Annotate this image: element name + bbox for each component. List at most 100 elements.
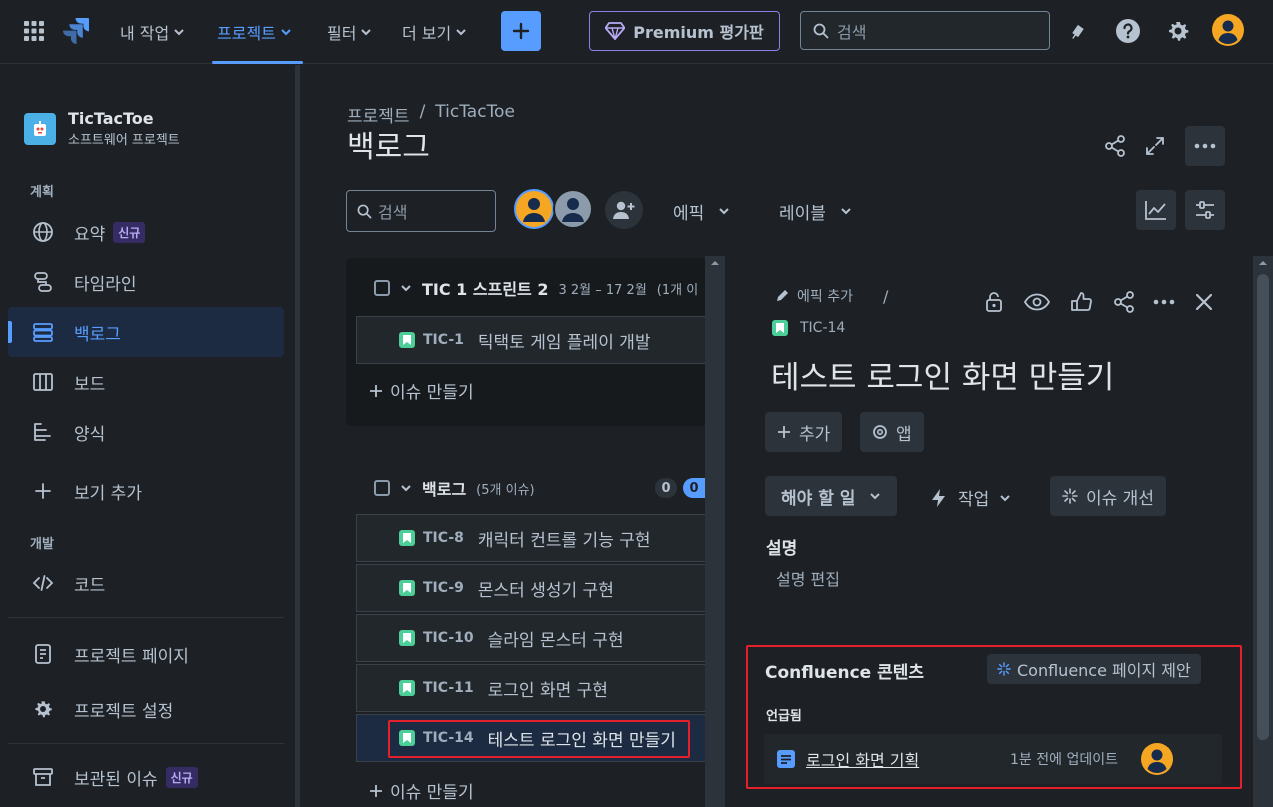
thumbs-up-icon[interactable]	[1065, 286, 1097, 318]
sidebar-item-archived-issues[interactable]: 보관된 이슈 신규	[8, 752, 284, 802]
backlog-create-issue-button[interactable]: 이슈 만들기	[368, 778, 474, 803]
issue-summary: 틱택토 게임 플레이 개발	[477, 332, 651, 353]
story-icon	[399, 530, 415, 546]
nav-my-work[interactable]: 내 작업	[120, 18, 185, 46]
confluence-suggest-button[interactable]: Confluence 페이지 제안	[987, 654, 1201, 684]
status-dropdown[interactable]: 해야 할 일	[765, 476, 898, 516]
issue-title[interactable]: 테스트 로그인 화면 만들기	[771, 352, 1114, 397]
backlog-scrollbar[interactable]	[705, 256, 725, 807]
selected-issue-highlight	[388, 720, 690, 758]
share-icon[interactable]	[1099, 130, 1131, 162]
project-name: TicTacToe	[68, 109, 154, 128]
project-robot-icon	[34, 120, 46, 136]
apps-button[interactable]: 앱	[860, 412, 924, 452]
sidebar-item-forms[interactable]: 양식	[8, 407, 284, 457]
sidebar-item-add-view[interactable]: 보기 추가	[8, 466, 284, 516]
global-search-placeholder: 검색	[837, 22, 867, 42]
code-icon	[32, 575, 54, 591]
epic-filter-label: 에픽	[673, 203, 705, 224]
improve-issue-label: 이슈 개선	[1086, 488, 1154, 509]
plus-icon	[778, 426, 790, 438]
chevron-down-icon[interactable]	[400, 282, 412, 294]
sidebar-item-label: 보기 추가	[74, 483, 142, 504]
close-icon[interactable]	[1188, 286, 1220, 318]
issue-key: TIC-10	[423, 630, 474, 646]
project-sidebar: TicTacToe 소프트웨어 프로젝트 계획 요약 신규 타임라인 백로그 보…	[0, 65, 296, 807]
chevron-down-icon[interactable]	[400, 482, 412, 494]
story-icon	[399, 580, 415, 596]
label-filter[interactable]: 레이블	[779, 192, 852, 230]
avatar-filter-user-1[interactable]	[514, 189, 554, 229]
chevron-down-icon	[870, 493, 881, 500]
create-button[interactable]	[501, 11, 541, 51]
detail-issue-key[interactable]: TIC-14	[800, 320, 845, 336]
detail-scrollbar[interactable]	[1253, 256, 1273, 807]
premium-trial-label: Premium 평가판	[633, 23, 764, 42]
insights-button[interactable]	[1136, 190, 1176, 230]
jira-logo-icon[interactable]	[60, 14, 92, 46]
story-icon	[399, 332, 415, 348]
project-header[interactable]: TicTacToe 소프트웨어 프로젝트	[24, 109, 180, 148]
sprint-header[interactable]: TIC 1 스프린트 2 3 2월 – 17 2월 (1개 이	[374, 276, 706, 300]
sprint-checkbox[interactable]	[374, 280, 390, 296]
add-epic-link[interactable]: 에픽 추가	[797, 286, 853, 306]
nav-filters[interactable]: 필터	[327, 18, 372, 46]
epic-filter[interactable]: 에픽	[673, 192, 730, 230]
lock-icon[interactable]	[978, 286, 1010, 318]
watch-icon[interactable]	[1021, 286, 1053, 318]
add-button[interactable]: 추가	[765, 412, 843, 452]
settings-icon[interactable]	[1162, 15, 1194, 47]
table-row[interactable]: TIC-9 몬스터 생성기 구현	[356, 564, 706, 612]
more-actions-button[interactable]	[1185, 126, 1225, 166]
help-icon[interactable]	[1112, 15, 1144, 47]
sidebar-item-code[interactable]: 코드	[8, 558, 284, 608]
sidebar-item-backlog[interactable]: 백로그	[8, 307, 284, 357]
sprint-dates: 3 2월 – 17 2월	[558, 282, 647, 298]
nav-more[interactable]: 더 보기	[402, 18, 467, 46]
detail-breadcrumb: 에픽 추가 /	[775, 286, 888, 306]
sidebar-item-project-settings[interactable]: 프로젝트 설정	[8, 684, 284, 734]
sidebar-item-timeline[interactable]: 타임라인	[8, 257, 284, 307]
issue-summary: 캐릭터 컨트롤 기능 구현	[477, 530, 651, 551]
nav-projects[interactable]: 프로젝트	[217, 18, 292, 46]
user-avatar-icon[interactable]	[1212, 14, 1244, 46]
premium-trial-button[interactable]: Premium 평가판	[589, 11, 780, 51]
backlog-icon	[33, 323, 53, 342]
breadcrumb-project[interactable]: TicTacToe	[435, 102, 515, 127]
sidebar-item-summary[interactable]: 요약 신규	[8, 207, 284, 257]
notification-icon[interactable]	[1062, 15, 1094, 47]
improve-issue-button[interactable]: 이슈 개선	[1050, 476, 1166, 516]
confluence-page-link[interactable]: 로그인 화면 기획	[806, 747, 919, 771]
sidebar-resize-handle[interactable]	[296, 65, 300, 807]
view-settings-button[interactable]	[1185, 190, 1225, 230]
more-icon[interactable]	[1148, 286, 1180, 318]
confluence-page-row[interactable]: 로그인 화면 기획 1분 전에 업데이트	[764, 734, 1222, 784]
app-switcher-icon[interactable]	[18, 15, 50, 47]
section-development: 개발	[30, 537, 54, 552]
add-people-button[interactable]	[605, 191, 643, 229]
sidebar-item-project-pages[interactable]: 프로젝트 페이지	[8, 629, 284, 679]
backlog-checkbox[interactable]	[374, 480, 390, 496]
table-row[interactable]: TIC-8 캐릭터 컨트롤 기능 구현	[356, 514, 706, 562]
sprint-create-issue-button[interactable]: 이슈 만들기	[368, 378, 474, 403]
share-icon[interactable]	[1108, 286, 1140, 318]
list-item[interactable]: TIC-1 틱택토 게임 플레이 개발	[356, 316, 706, 364]
avatar-filter-user-2[interactable]	[553, 189, 593, 229]
nav-projects-label: 프로젝트	[217, 24, 276, 43]
action-dropdown[interactable]: 작업	[930, 485, 1011, 510]
in-progress-count-badge: 0	[683, 478, 705, 498]
backlog-search-input[interactable]: 검색	[346, 190, 496, 232]
todo-count-badge: 0	[655, 478, 677, 498]
scrollbar-thumb[interactable]	[1257, 274, 1269, 740]
table-row[interactable]: TIC-10 슬라임 몬스터 구현	[356, 614, 706, 662]
table-row[interactable]: TIC-11 로그인 화면 구현	[356, 664, 706, 712]
sidebar-item-board[interactable]: 보드	[8, 357, 284, 407]
global-search-input[interactable]: 검색	[800, 11, 1050, 50]
search-icon	[813, 23, 829, 38]
backlog-search-placeholder: 검색	[378, 203, 408, 222]
scroll-up-arrow-icon[interactable]	[705, 256, 725, 270]
description-editor[interactable]: 설명 편집	[776, 566, 840, 590]
plus-icon	[35, 483, 51, 499]
scroll-up-arrow-icon[interactable]	[1253, 256, 1273, 270]
expand-icon[interactable]	[1139, 130, 1171, 162]
